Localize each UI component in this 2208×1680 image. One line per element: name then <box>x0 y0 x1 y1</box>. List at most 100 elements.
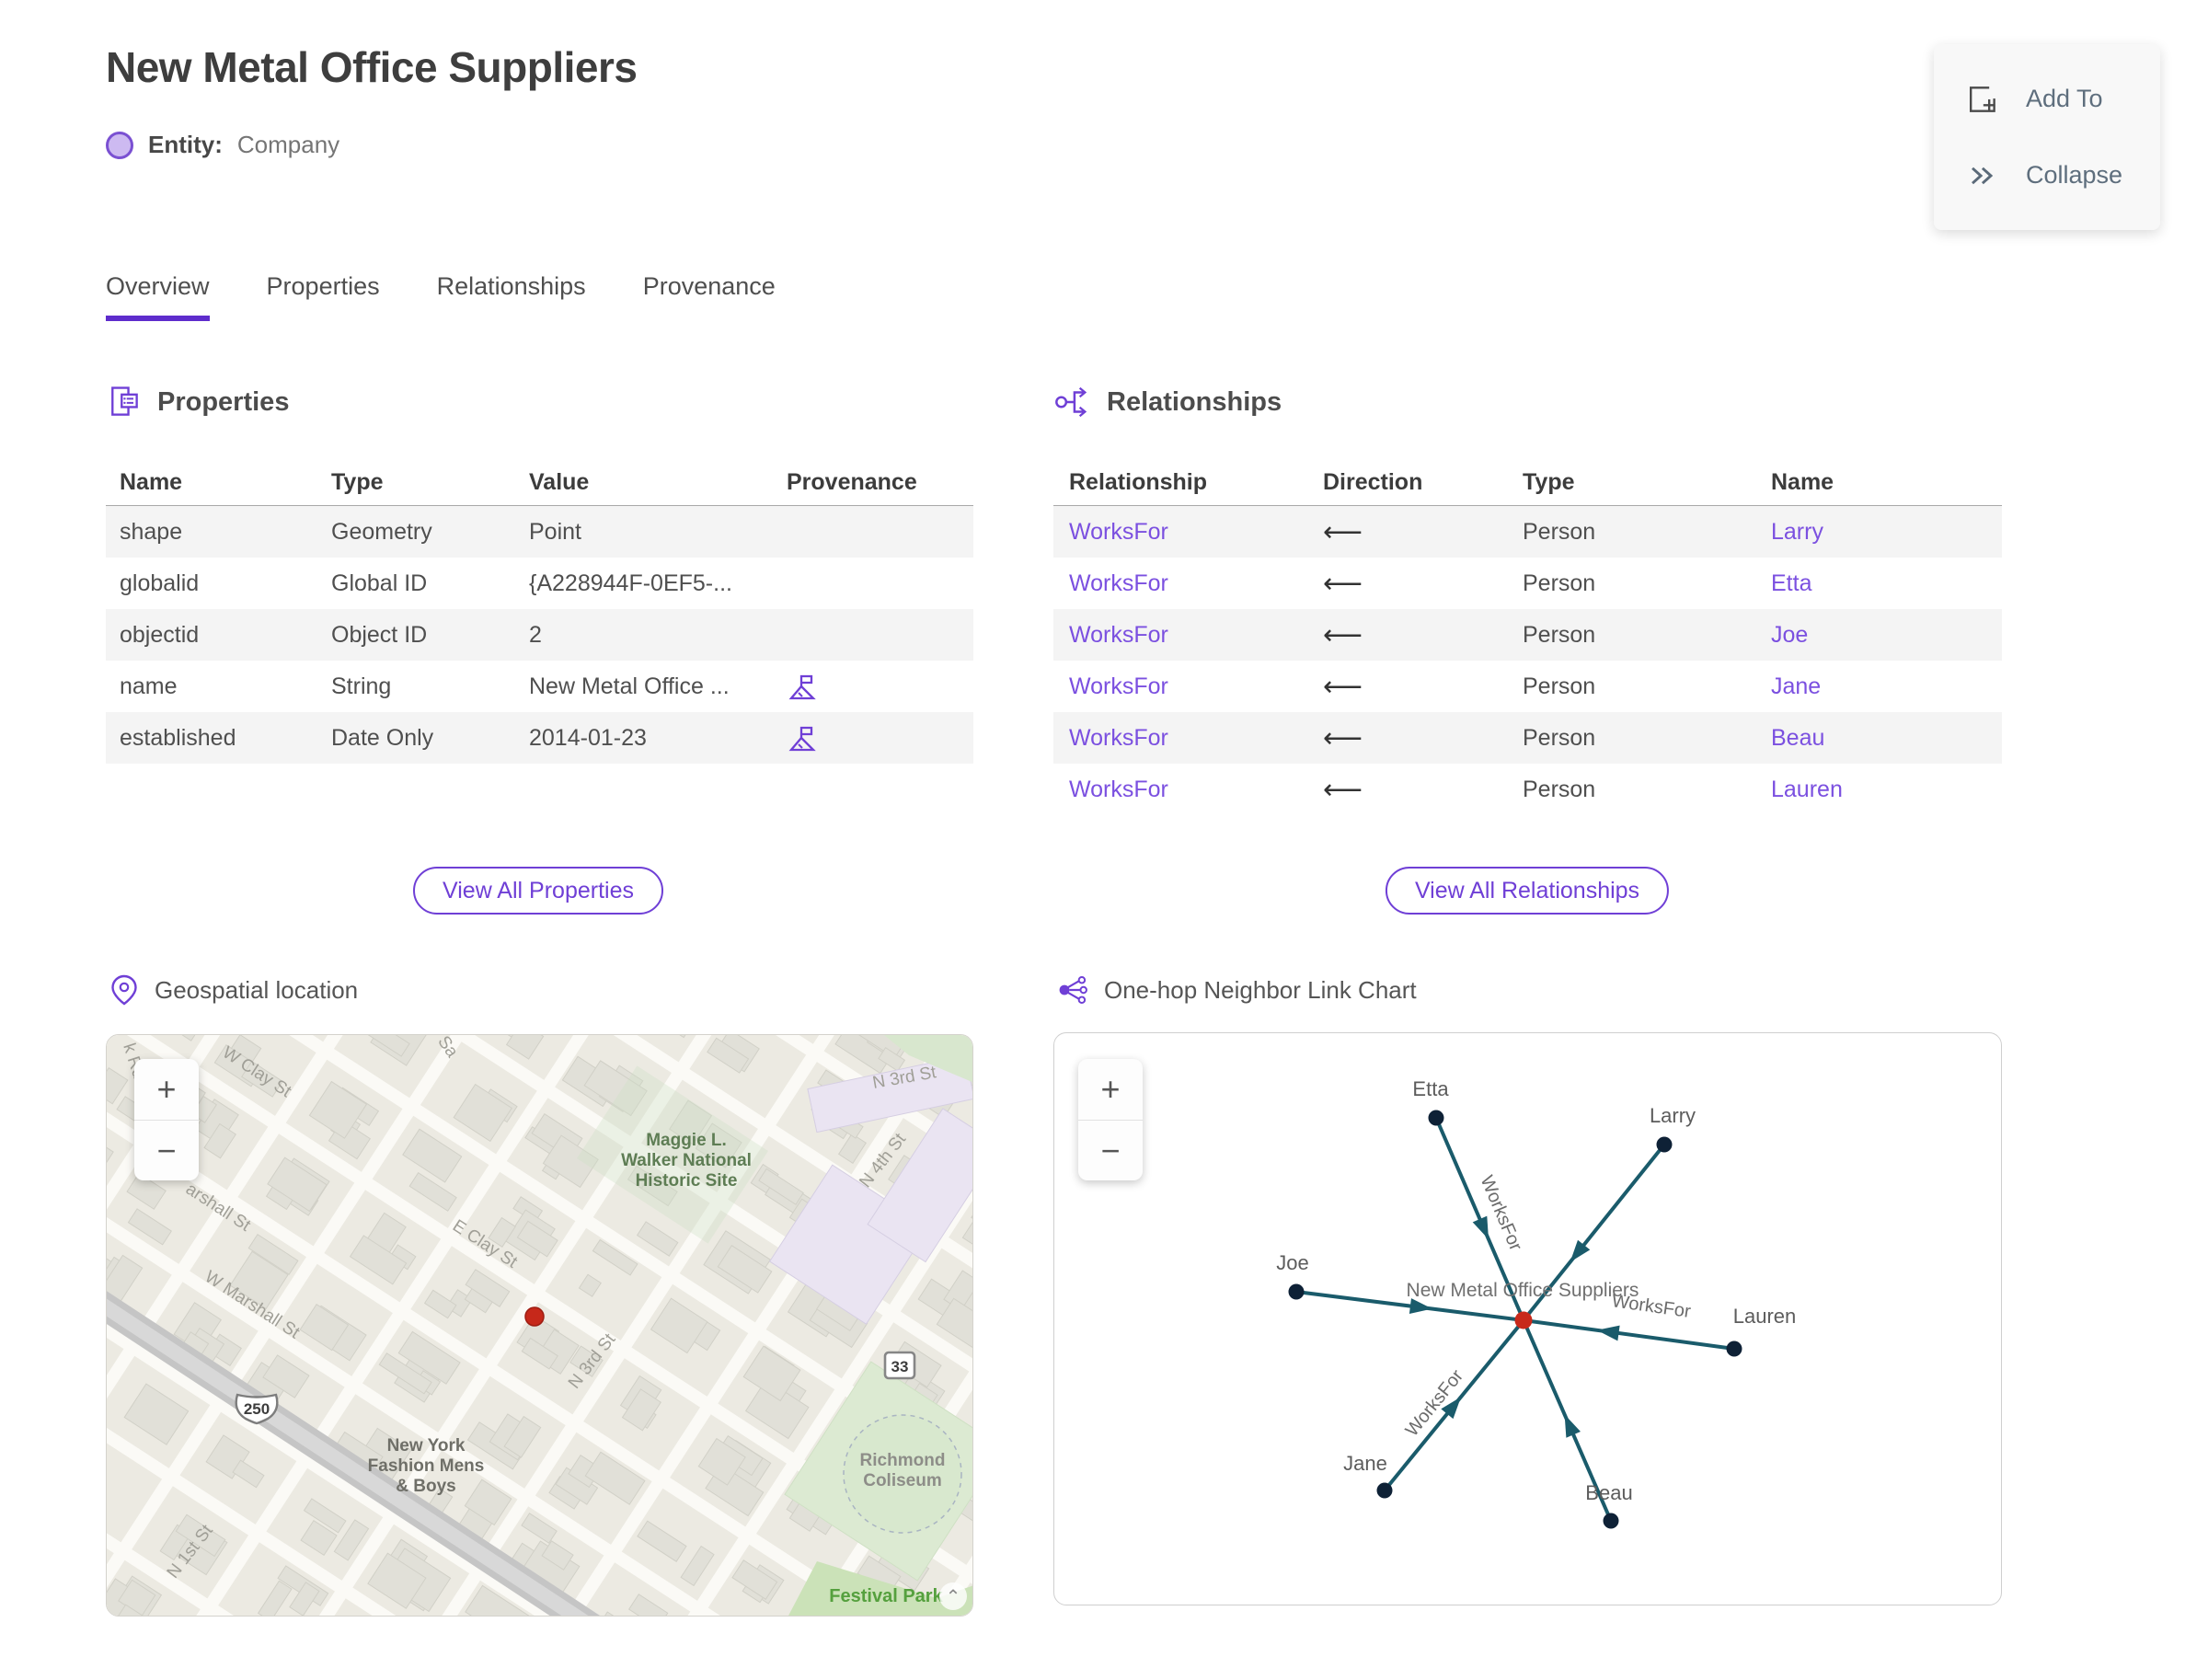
table-row: WorksFor ⟵ Person Lauren <box>1053 764 2002 815</box>
node-label: Lauren <box>1733 1305 1797 1328</box>
add-to-icon <box>1970 86 1995 112</box>
link-chart-section-header: One-hop Neighbor Link Chart <box>1056 973 1417 1007</box>
relationship-link[interactable]: WorksFor <box>1069 673 1323 700</box>
related-entity-link[interactable]: Beau <box>1771 725 2002 752</box>
link-chart-icon <box>1059 975 1087 1005</box>
relationship-link[interactable]: WorksFor <box>1069 519 1323 546</box>
table-row: shape Geometry Point <box>106 506 973 558</box>
provenance-flag-icon[interactable] <box>787 671 973 702</box>
table-row: WorksFor ⟵ Person Beau <box>1053 712 2002 764</box>
tab-provenance[interactable]: Provenance <box>643 272 776 321</box>
property-value: 2014-01-23 <box>529 724 647 751</box>
view-all-relationships-button[interactable]: View All Relationships <box>1385 867 1670 915</box>
table-row: WorksFor ⟵ Person Joe <box>1053 609 2002 661</box>
relationships-section-header: Relationships <box>1053 383 1282 421</box>
view-all-properties-button[interactable]: View All Properties <box>413 867 663 915</box>
property-name: shape <box>120 518 183 545</box>
tab-overview[interactable]: Overview <box>106 272 210 321</box>
edge-lauren <box>1523 1318 1735 1351</box>
properties-icon <box>111 386 138 416</box>
link-chart-canvas[interactable]: WorksFor WorksFor WorksFor New Metal Office… <box>1053 1032 2002 1605</box>
map-zoom-out-button[interactable]: − <box>134 1120 199 1180</box>
related-entity-link[interactable]: Jane <box>1771 673 2002 700</box>
direction-arrow: ⟵ <box>1323 619 1363 650</box>
properties-table-body: shape Geometry Point globalid Global ID … <box>106 506 973 764</box>
node-label: Jane <box>1343 1452 1387 1475</box>
table-row: objectid Object ID 2 <box>106 609 973 661</box>
chart-zoom-in-button[interactable]: + <box>1078 1059 1143 1120</box>
relationship-link[interactable]: WorksFor <box>1069 777 1323 803</box>
property-name: objectid <box>120 621 200 648</box>
property-value: New Metal Office ... <box>529 673 730 699</box>
relationship-type: Person <box>1523 518 1596 545</box>
add-to-label: Add To <box>2026 85 2103 112</box>
collapse-label: Collapse <box>2026 161 2123 189</box>
chart-zoom-out-button[interactable]: − <box>1078 1120 1143 1180</box>
node-joe <box>1288 1283 1305 1300</box>
geospatial-section-header: Geospatial location <box>109 973 358 1007</box>
map-pin-icon <box>111 974 137 1006</box>
map-zoom-in-button[interactable]: + <box>134 1059 199 1120</box>
map-attribution-toggle[interactable]: ⌃ <box>939 1582 967 1610</box>
property-type: Object ID <box>331 621 428 648</box>
map-zoom-control: + − <box>134 1059 199 1180</box>
related-entity-link[interactable]: Lauren <box>1771 777 2002 803</box>
property-type: String <box>331 673 392 699</box>
center-node <box>1514 1311 1533 1329</box>
relationships-table-body: WorksFor ⟵ Person Larry WorksFor ⟵ Perso… <box>1053 506 2002 815</box>
properties-table-header: Name Type Value Provenance <box>106 460 973 506</box>
edge-arrowhead <box>1596 1325 1620 1341</box>
direction-arrow: ⟵ <box>1323 774 1363 805</box>
related-entity-link[interactable]: Etta <box>1771 570 2002 597</box>
table-row: WorksFor ⟵ Person Etta <box>1053 558 2002 609</box>
svg-text:Festival Park: Festival Park <box>829 1586 943 1606</box>
collapse-button[interactable]: Collapse <box>1963 157 2160 194</box>
related-entity-link[interactable]: Joe <box>1771 622 2002 649</box>
relationship-link[interactable]: WorksFor <box>1069 725 1323 752</box>
related-entity-link[interactable]: Larry <box>1771 519 2002 546</box>
table-row: WorksFor ⟵ Person Larry <box>1053 506 2002 558</box>
col-name: Name <box>1771 469 1834 495</box>
node-label: Larry <box>1650 1104 1696 1127</box>
table-row: WorksFor ⟵ Person Jane <box>1053 661 2002 712</box>
geospatial-section-title: Geospatial location <box>155 975 359 1004</box>
link-chart-graph: WorksForWorksForWorksForNew Metal Office… <box>1276 1077 1797 1529</box>
relationship-link[interactable]: WorksFor <box>1069 622 1323 649</box>
node-label: Etta <box>1412 1077 1449 1100</box>
edge-label: WorksFor <box>1477 1173 1526 1254</box>
node-larry <box>1656 1136 1673 1153</box>
entity-badge: Entity: Company <box>106 131 339 159</box>
property-name: established <box>120 724 236 751</box>
map-canvas[interactable]: 250 33 W Clay St k Rd Sa arshall St W Marshal… <box>106 1034 973 1617</box>
center-node-label: New Metal Office Suppliers <box>1407 1280 1639 1301</box>
entity-type-dot <box>106 131 133 159</box>
relationship-type: Person <box>1523 724 1596 751</box>
col-type: Type <box>1523 469 1575 495</box>
table-row: name String New Metal Office ... <box>106 661 973 712</box>
col-value: Value <box>529 469 590 495</box>
property-value: 2 <box>529 621 542 648</box>
property-value: {A228944F-0EF5-... <box>529 570 732 596</box>
edge-arrowhead <box>1564 1414 1581 1438</box>
tab-properties[interactable]: Properties <box>267 272 380 321</box>
direction-arrow: ⟵ <box>1323 516 1363 547</box>
relationship-type: Person <box>1523 776 1596 802</box>
col-provenance: Provenance <box>787 469 917 495</box>
node-label: Beau <box>1585 1481 1632 1504</box>
add-to-button[interactable]: Add To <box>1963 81 2160 118</box>
property-type: Global ID <box>331 570 428 596</box>
relationship-link[interactable]: WorksFor <box>1069 570 1323 597</box>
col-direction: Direction <box>1323 469 1423 495</box>
property-type: Geometry <box>331 518 432 545</box>
entity-type-value: Company <box>236 131 340 158</box>
provenance-flag-icon[interactable] <box>787 722 973 754</box>
relationships-table: Relationship Direction Type Name WorksFo… <box>1053 460 2002 815</box>
link-chart-zoom-control: + − <box>1078 1059 1143 1180</box>
property-value: Point <box>529 518 581 545</box>
node-label: Joe <box>1276 1251 1308 1274</box>
properties-table: Name Type Value Provenance shape Geometr… <box>106 460 973 764</box>
table-row: established Date Only 2014-01-23 <box>106 712 973 764</box>
tab-relationships[interactable]: Relationships <box>437 272 586 321</box>
direction-arrow: ⟵ <box>1323 671 1363 702</box>
property-type: Date Only <box>331 724 434 751</box>
